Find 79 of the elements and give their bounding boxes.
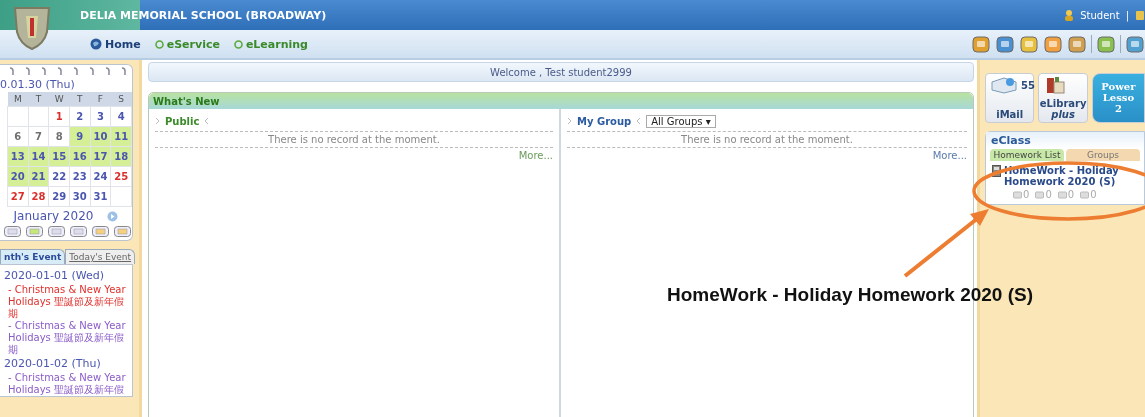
eclass-tab[interactable]: Groups	[1066, 149, 1140, 161]
weekday-header: M	[7, 92, 29, 107]
more-link[interactable]: More...	[518, 150, 553, 161]
calendar-view-icon[interactable]	[4, 226, 21, 237]
section-title[interactable]: Public	[165, 115, 200, 127]
toolbar-app-icon[interactable]	[1125, 34, 1145, 54]
app-label: eLibrary	[1039, 98, 1087, 109]
weekday-header: T	[28, 92, 49, 107]
toolbar-app-icon[interactable]	[1067, 34, 1087, 54]
toolbar-app-icon[interactable]	[1019, 34, 1039, 54]
separator: |	[1125, 9, 1129, 21]
calendar-day[interactable]: 2	[69, 106, 91, 127]
event-link[interactable]: - Christmas & New Year Holidays 聖誕節及新年假期	[8, 284, 128, 320]
calendar-view-icon[interactable]	[114, 226, 131, 237]
status-icon	[1013, 190, 1022, 199]
book-icon	[992, 165, 1001, 177]
status-icon	[1057, 190, 1067, 199]
calendar-view-icon[interactable]	[48, 226, 65, 237]
event-date: 2020-01-01 (Wed)	[4, 270, 105, 282]
status-icon	[1080, 190, 1090, 199]
app-tile[interactable]: Power Lesso 2	[1091, 73, 1145, 123]
calendar-day[interactable]: 1	[48, 106, 70, 127]
event-link[interactable]: - Christmas & New Year Holidays 聖誕節及新年假期	[8, 320, 128, 356]
app-label: iMail	[996, 109, 1024, 120]
status-count: 0	[1023, 189, 1030, 200]
more-link[interactable]: More...	[932, 150, 967, 161]
calendar-view-icon[interactable]	[92, 226, 109, 237]
toolbar-app-icon[interactable]	[1096, 34, 1116, 54]
event-link[interactable]: - Christmas & New Year Holidays 聖誕節及新年假	[8, 372, 128, 396]
chevron-right-icon	[155, 117, 160, 125]
user-icon	[1064, 9, 1075, 21]
app-tile[interactable]: eLibrary plus	[1038, 73, 1088, 123]
event-date: 2020-01-02 (Thu)	[4, 358, 102, 370]
status-count: 0	[1045, 189, 1052, 200]
eclass-tab[interactable]: Homework List	[990, 149, 1064, 161]
bullet-icon	[233, 39, 243, 49]
annotation-caption: HomeWork - Holiday Homework 2020 (S)	[667, 284, 1034, 306]
event-tab[interactable]: nth's Event	[0, 249, 66, 264]
app-tile[interactable]: 55 iMail	[985, 73, 1035, 123]
empty-message: There is no record at the moment.	[155, 131, 553, 148]
nav-tab[interactable]: Home	[90, 37, 141, 51]
nav-tab[interactable]: eService	[154, 37, 220, 51]
app-label: Power Lesso	[1100, 80, 1137, 103]
school-name: DELIA MEMORIAL SCHOOL (BROADWAY)	[80, 8, 327, 22]
toolbar-app-icon[interactable]	[1043, 34, 1063, 54]
user-role-link[interactable]: Student	[1080, 9, 1120, 21]
app-sublabel: 2	[1114, 102, 1122, 114]
weekday-header: W	[48, 92, 70, 107]
chevron-left-icon	[204, 117, 210, 125]
nav-tab[interactable]: eLearning	[233, 37, 308, 51]
weekday-header: T	[69, 92, 91, 107]
panel-title: eClass	[986, 132, 1144, 149]
current-date: 0.01.30 (Thu)	[0, 77, 76, 92]
toolbar-app-icon[interactable]	[995, 34, 1015, 54]
calendar-view-icon[interactable]	[26, 226, 43, 237]
toolbar-app-icon[interactable]	[971, 34, 991, 54]
empty-message: There is no record at the moment.	[567, 131, 967, 148]
welcome-message: Welcome , Test student2999	[148, 62, 974, 82]
month-label: January 2020	[13, 209, 94, 223]
chevron-left-icon	[636, 117, 642, 125]
status-icon	[1035, 190, 1045, 199]
weekday-header: S	[110, 92, 132, 107]
next-month-icon[interactable]	[107, 210, 119, 222]
group-dropdown[interactable]: All Groups ▾	[646, 114, 716, 128]
calendar-day[interactable]: 3	[90, 106, 111, 127]
section-title[interactable]: My Group	[577, 115, 632, 127]
chevron-right-icon	[567, 117, 572, 125]
calendar-day[interactable]: 4	[110, 106, 132, 127]
mail-icon	[990, 76, 1018, 94]
weekday-header: F	[90, 92, 111, 107]
globe-icon	[90, 38, 102, 50]
panel-title: What's New	[149, 93, 973, 109]
status-count: 0	[1090, 189, 1097, 200]
app-sublabel: plus	[1051, 109, 1075, 120]
calendar-view-icon[interactable]	[70, 226, 87, 237]
bullet-icon	[154, 39, 164, 49]
status-count: 0	[1067, 189, 1075, 200]
event-tab[interactable]: Today's Event	[65, 249, 136, 264]
unread-count: 55	[1021, 79, 1035, 91]
